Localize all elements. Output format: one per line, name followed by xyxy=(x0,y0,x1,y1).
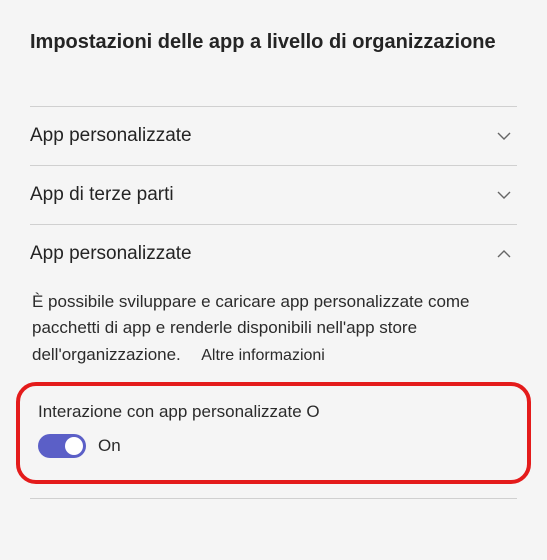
chevron-down-icon xyxy=(495,127,513,145)
accordion-section-custom-apps-2: App personalizzate È possibile sviluppar… xyxy=(30,225,517,499)
custom-apps-interaction-toggle[interactable] xyxy=(38,434,86,458)
toggle-row: On xyxy=(38,434,509,458)
accordion-header-third-party-apps[interactable]: App di terze parti xyxy=(30,166,517,224)
accordion-section-custom-apps-1: App personalizzate xyxy=(30,106,517,166)
chevron-down-icon xyxy=(495,186,513,204)
toggle-knob xyxy=(65,437,83,455)
accordion-body-custom-apps-2: È possibile sviluppare e caricare app pe… xyxy=(30,283,517,498)
accordion-title: App personalizzate xyxy=(30,125,192,147)
toggle-label: Interazione con app personalizzate O xyxy=(38,402,509,422)
page-title: Impostazioni delle app a livello di orga… xyxy=(30,28,517,56)
toggle-state-text: On xyxy=(98,436,121,456)
accordion-header-custom-apps-2[interactable]: App personalizzate xyxy=(30,225,517,283)
accordion-header-custom-apps-1[interactable]: App personalizzate xyxy=(30,107,517,165)
highlight-box: Interazione con app personalizzate O On xyxy=(16,382,531,484)
accordion-section-third-party-apps: App di terze parti xyxy=(30,166,517,225)
learn-more-link[interactable]: Altre informazioni xyxy=(201,347,325,364)
accordion-title: App di terze parti xyxy=(30,184,174,206)
accordion-title: App personalizzate xyxy=(30,243,192,265)
chevron-up-icon xyxy=(495,245,513,263)
